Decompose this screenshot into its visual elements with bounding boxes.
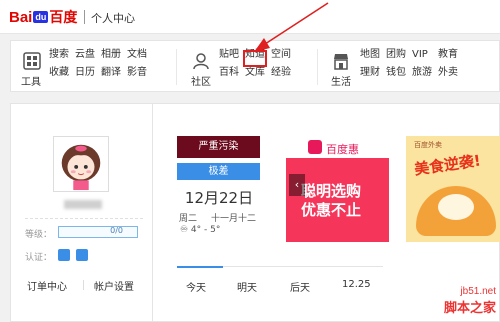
level-progress-bar: 0/0	[58, 226, 138, 238]
logo-text-bai: Bai	[9, 8, 33, 26]
apps-grid-icon	[23, 52, 41, 70]
logo-paw-icon: du	[33, 11, 49, 23]
nav-group-life: 地图 团购 VIP 教育理财 钱包 旅游 外卖	[360, 49, 458, 79]
nav-item[interactable]: 收藏	[49, 67, 69, 79]
nav-item[interactable]: 文库	[245, 67, 265, 79]
nav-item[interactable]: 相册	[101, 49, 121, 61]
watermark-name: 脚本之家	[443, 301, 496, 316]
nav-item[interactable]: 文档	[127, 49, 147, 61]
nav-item[interactable]: VIP	[412, 49, 432, 61]
tab-day-after[interactable]: 后天	[290, 279, 310, 294]
nav-item[interactable]: 影音	[127, 67, 147, 79]
mascot-illustration	[438, 194, 474, 220]
ad-headline-1: 聪明选购	[301, 182, 362, 200]
profile-divider	[25, 218, 143, 219]
ad-small-text: 百度外卖	[414, 141, 442, 149]
aqi-level-badge: 极差	[177, 163, 260, 180]
tab-today[interactable]: 今天	[186, 279, 206, 294]
page-title: 个人中心	[91, 12, 135, 25]
link-divider	[83, 280, 84, 290]
baidu-logo[interactable]: Bai du 百度	[9, 7, 77, 27]
nav-group-tools: 搜索 云盘 相册 文档收藏 日历 翻译 影音	[49, 49, 147, 79]
weather-weekday: 周二	[179, 214, 198, 224]
header-divider	[84, 10, 85, 24]
tab-date[interactable]: 12.25	[342, 279, 371, 290]
nav-item[interactable]: 云盘	[75, 49, 95, 61]
nav-item-community[interactable]: 社区	[191, 73, 211, 88]
nav-divider	[176, 49, 177, 85]
nav-item[interactable]: 地图	[360, 49, 380, 61]
phone-cert-icon[interactable]	[58, 249, 70, 261]
tab-tomorrow[interactable]: 明天	[237, 279, 257, 294]
nav-item-life[interactable]: 生活	[331, 73, 351, 88]
nav-item[interactable]: 搜索	[49, 49, 69, 61]
watermark-url: jb51.net	[460, 286, 496, 297]
account-settings-link[interactable]: 帐户设置	[94, 278, 134, 293]
nav-item-tools[interactable]: 工具	[21, 73, 41, 88]
nav-item[interactable]: 钱包	[386, 67, 406, 79]
nav-item[interactable]: 理财	[360, 67, 380, 79]
weather-lunar-date: 十一月十二	[211, 214, 257, 224]
level-value: 0/0	[110, 226, 123, 235]
nav-item[interactable]: 贴吧	[219, 49, 239, 61]
nav-item[interactable]: 日历	[75, 67, 95, 79]
food-ad-banner[interactable]: 百度外卖 美食逆袭!	[406, 136, 500, 242]
nav-item[interactable]: 团购	[386, 49, 406, 61]
cert-label: 认证：	[25, 253, 53, 263]
level-label: 等级：	[25, 230, 53, 240]
nav-item[interactable]: 教育	[438, 49, 458, 61]
ad-title: 美食逆袭!	[413, 151, 482, 179]
pollution-badge: 严重污染	[177, 136, 260, 158]
username-blurred	[64, 200, 102, 209]
nav-item[interactable]: 外卖	[438, 67, 458, 79]
weather-temperature: ♾ 4° - 5°	[180, 225, 221, 235]
email-cert-icon[interactable]	[76, 249, 88, 261]
site-watermark: jb51.net 脚本之家	[444, 286, 496, 316]
avatar[interactable]	[53, 136, 109, 192]
annotation-arrow-icon	[254, 2, 329, 52]
logo-text-du: 百度	[49, 10, 78, 26]
carousel-prev-icon[interactable]: ‹	[289, 174, 305, 196]
active-tab-indicator	[177, 266, 223, 268]
ad-brand: 百度惠	[326, 143, 359, 156]
nav-item[interactable]: 经验	[271, 67, 291, 79]
user-community-icon	[193, 53, 209, 70]
nav-item[interactable]: 旅游	[412, 67, 432, 79]
order-center-link[interactable]: 订单中心	[27, 278, 67, 293]
weather-date: 12月22日	[184, 189, 254, 207]
ad-headline-2: 优惠不止	[301, 201, 362, 219]
nav-item[interactable]: 翻译	[101, 67, 121, 79]
nav-item[interactable]: 百科	[219, 67, 239, 79]
tab-baseline	[223, 266, 383, 267]
baidu-hui-logo-icon	[308, 140, 322, 154]
profile-card: 等级： 0/0 认证： 订单中心 帐户设置	[10, 103, 153, 322]
